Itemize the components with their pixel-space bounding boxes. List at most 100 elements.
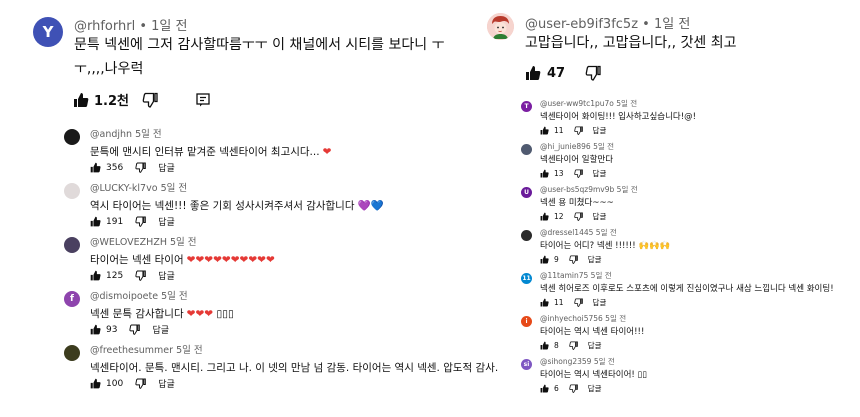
thumb-down-icon[interactable] (573, 169, 583, 178)
thumb-down-icon[interactable] (135, 378, 146, 389)
reply-button[interactable]: 답글 (593, 211, 607, 222)
reply-button[interactable]: 답글 (158, 377, 175, 390)
reply-time[interactable]: 5일 전 (605, 314, 626, 323)
reply-button[interactable]: 답글 (593, 168, 607, 179)
reply-time[interactable]: 5일 전 (135, 129, 162, 140)
reply-body: 타이어는 역시 넥센 타이어!!! (540, 327, 645, 337)
thumb-up-icon[interactable] (73, 92, 89, 108)
avatar[interactable] (487, 13, 514, 40)
reply-author[interactable]: @user-ww9tc1pu7o (540, 99, 614, 108)
thumb-up-icon[interactable] (90, 270, 101, 281)
reply-button[interactable]: 답글 (158, 161, 175, 174)
reply-author[interactable]: @WELOVEZHZH (90, 237, 167, 248)
avatar[interactable]: i (521, 316, 532, 327)
thumb-up-icon[interactable] (90, 378, 101, 389)
reply-button[interactable]: 답글 (158, 269, 175, 282)
thumb-down-icon[interactable] (573, 126, 583, 135)
avatar[interactable] (64, 237, 80, 253)
reply-actions: 100 답글 (90, 377, 175, 390)
avatar[interactable] (64, 183, 80, 199)
reply-time[interactable]: 5일 전 (176, 345, 203, 356)
avatar[interactable]: U (521, 187, 532, 198)
thumb-down-icon[interactable] (569, 255, 578, 264)
avatar-letter: f (70, 294, 74, 304)
reply-time[interactable]: 5일 전 (161, 183, 188, 194)
reply-actions: 191 답글 (90, 215, 175, 228)
reply-time[interactable]: 5일 전 (593, 142, 614, 151)
reply-author[interactable]: @11tamin75 (540, 271, 588, 280)
thumb-up-icon[interactable] (90, 324, 101, 335)
thumb-up-icon[interactable] (540, 126, 549, 135)
like-count: 12 (554, 212, 564, 221)
comment-text-line: ㅜ,,,,나우럭 (74, 61, 144, 77)
thumb-down-icon[interactable] (135, 216, 146, 227)
thumb-up-icon[interactable] (540, 212, 549, 221)
comment-meta: @rhforhrl • 1일 전 (74, 15, 187, 34)
reply-body: 넥센 히어로즈 이후로도 스포츠에 이렇게 진심이였구나 새삼 느낍니다 넥센 … (540, 284, 834, 294)
reply-time[interactable]: 5일 전 (617, 185, 638, 194)
reply-button[interactable]: 답글 (158, 215, 175, 228)
comment-time[interactable]: 1일 전 (151, 19, 187, 34)
reply-author[interactable]: @freethesummer (90, 345, 173, 356)
thumb-up-icon[interactable] (540, 255, 549, 264)
reply-time[interactable]: 5일 전 (591, 271, 612, 280)
reply-author[interactable]: @LUCKY-kl7vo (90, 183, 158, 194)
comment-time[interactable]: 1일 전 (654, 17, 690, 32)
reply-actions: 12 답글 (540, 211, 606, 222)
thumb-up-icon[interactable] (540, 298, 549, 307)
thumb-up-icon[interactable] (90, 216, 101, 227)
avatar[interactable]: f (64, 291, 80, 307)
thumb-down-icon[interactable] (585, 65, 601, 81)
reply-button[interactable]: 답글 (593, 125, 607, 136)
reply-button[interactable]: 답글 (588, 383, 602, 394)
avatar-letter: T (524, 103, 529, 110)
reply-time[interactable]: 5일 전 (596, 228, 617, 237)
thumb-down-icon[interactable] (129, 324, 141, 335)
avatar[interactable] (521, 230, 532, 241)
avatar[interactable] (64, 129, 80, 145)
reply-time[interactable]: 5일 전 (594, 357, 615, 366)
reply-author[interactable]: @hi_junie896 (540, 142, 591, 151)
thumb-down-icon[interactable] (142, 92, 158, 108)
like-count: 13 (554, 169, 564, 178)
thumb-down-icon[interactable] (573, 212, 583, 221)
comment-author[interactable]: @user-eb9if3fc5z (525, 17, 638, 32)
reply-actions: 11 답글 (540, 297, 606, 308)
avatar[interactable]: si (521, 359, 532, 370)
thumb-down-icon[interactable] (135, 270, 146, 281)
reply-time[interactable]: 5일 전 (161, 291, 188, 302)
reply-author[interactable]: @user-bs5qz9mv9b (540, 185, 614, 194)
reply-author[interactable]: @andjhn (90, 129, 132, 140)
reply-time[interactable]: 5일 전 (616, 99, 637, 108)
avatar-letter: U (524, 189, 529, 196)
reply-time[interactable]: 5일 전 (170, 237, 197, 248)
thumb-down-icon[interactable] (573, 298, 583, 307)
thumb-down-icon[interactable] (569, 341, 578, 350)
reply-author[interactable]: @dismoipoete (90, 291, 158, 302)
thumb-down-icon[interactable] (135, 162, 146, 173)
avatar[interactable] (64, 345, 80, 361)
reply-meta: @andjhn 5일 전 (90, 126, 162, 140)
reply-emoji: ❤❤❤ ▯▯▯ (186, 308, 234, 320)
reply-button[interactable]: 답글 (588, 254, 602, 265)
reply-author[interactable]: @sihong2359 (540, 357, 591, 366)
avatar[interactable]: 11 (521, 273, 532, 284)
reply-emoji: ❤❤❤❤❤❤❤❤❤❤ (186, 254, 275, 266)
thumb-down-icon[interactable] (569, 384, 578, 393)
comment-author[interactable]: @rhforhrl (74, 19, 135, 34)
reply-button[interactable]: 답글 (588, 340, 602, 351)
reply-author[interactable]: @inhyechoi5756 (540, 314, 603, 323)
thumb-up-icon[interactable] (90, 162, 101, 173)
avatar[interactable] (521, 144, 532, 155)
thumb-up-icon[interactable] (525, 65, 541, 81)
thumb-up-icon[interactable] (540, 169, 549, 178)
reply-icon[interactable] (196, 92, 210, 107)
avatar[interactable]: Y (33, 17, 63, 47)
reply-author[interactable]: @dressel1445 (540, 228, 593, 237)
thumb-up-icon[interactable] (540, 341, 549, 350)
like-count: 356 (106, 162, 124, 173)
reply-button[interactable]: 답글 (152, 323, 169, 336)
thumb-up-icon[interactable] (540, 384, 549, 393)
avatar[interactable]: T (521, 101, 532, 112)
reply-button[interactable]: 답글 (593, 297, 607, 308)
